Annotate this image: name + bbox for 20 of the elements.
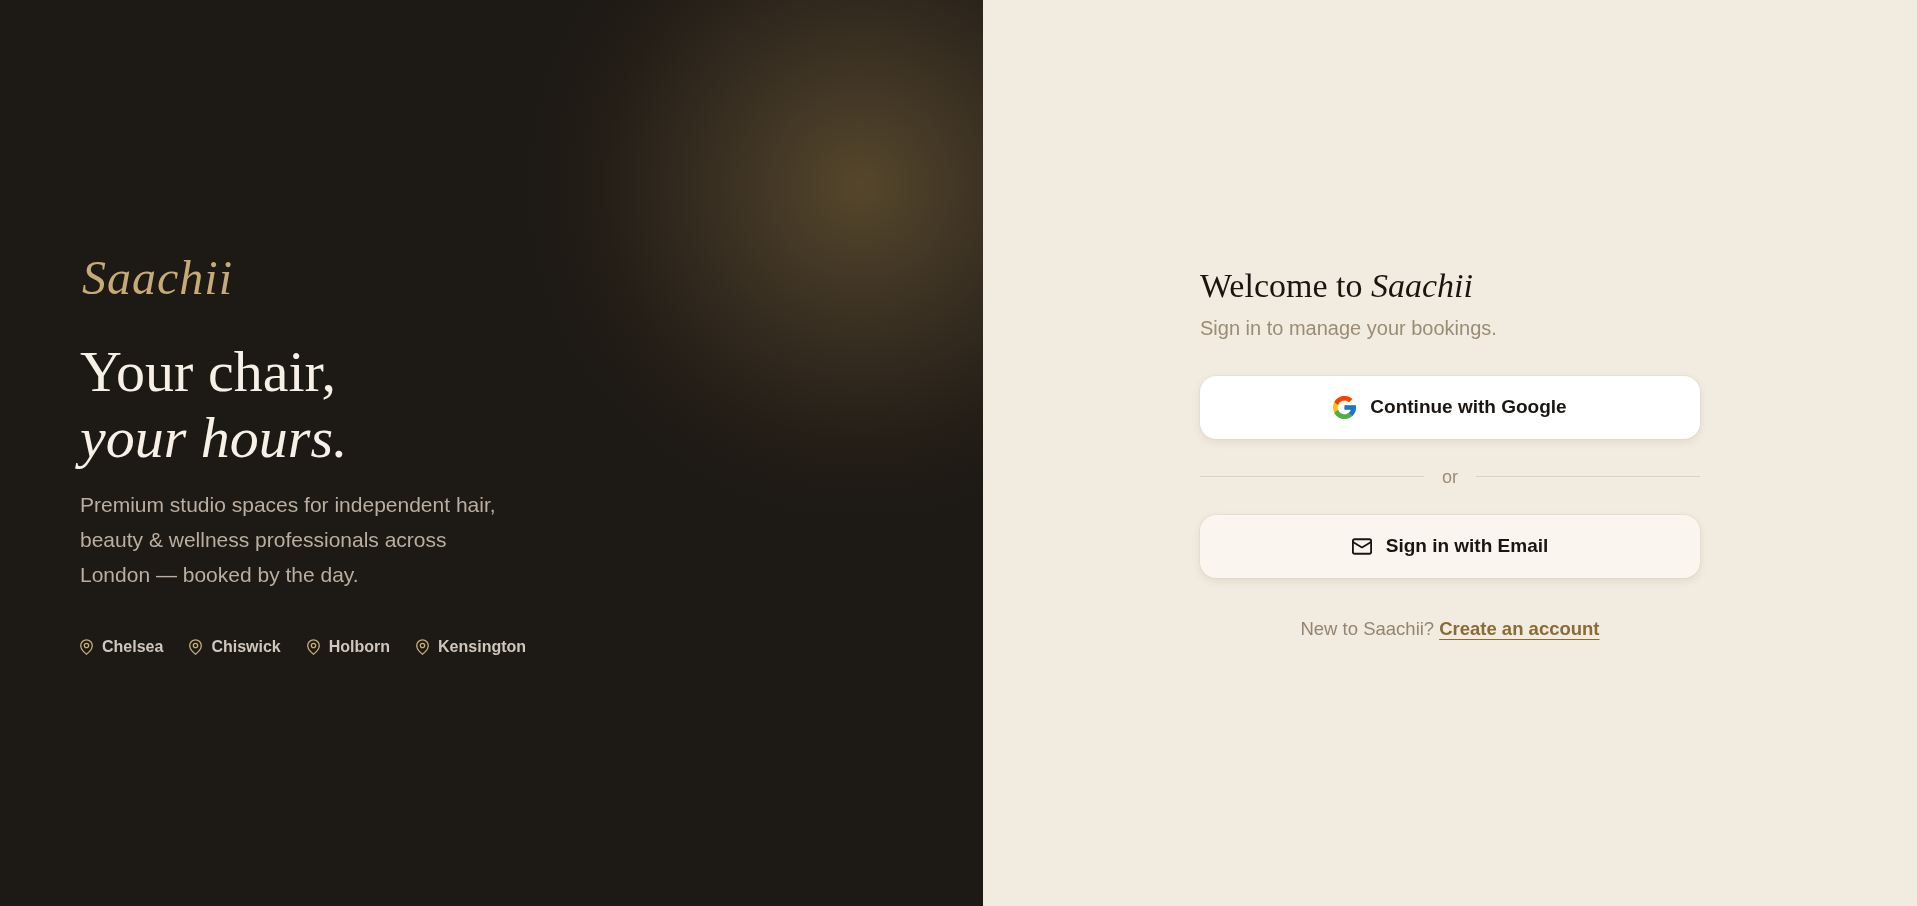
location-label: Holborn xyxy=(328,638,391,657)
g-logo-icon xyxy=(1333,395,1357,419)
envelope-icon xyxy=(1351,537,1372,555)
location-pin-icon xyxy=(416,639,430,656)
brand-logo: Saachii xyxy=(82,249,233,306)
location-label: Chiswick xyxy=(211,638,281,657)
email-sign-in-button[interactable]: Sign in with Email xyxy=(1200,514,1700,578)
welcome-title: Welcome to Saachii xyxy=(1200,266,1473,307)
google-sign-in-button[interactable]: Continue with Google xyxy=(1200,375,1700,439)
headline: Your chair, your hours. xyxy=(70,339,358,480)
sign-in-subtitle: Sign in to manage your bookings. xyxy=(1200,316,1497,340)
hero-description: Premium studio spaces for independent hair, beauty & wellness professionals across London — booked by the day. xyxy=(80,492,497,589)
location-pin-icon xyxy=(189,639,203,656)
create-account-link[interactable]: Create an account xyxy=(1439,617,1600,640)
divider-label: or xyxy=(1442,466,1458,487)
location-label: Kensington xyxy=(438,638,527,657)
location-pin-icon xyxy=(306,639,320,656)
location-label: Chelsea xyxy=(102,638,164,657)
location-pin-icon xyxy=(80,639,93,656)
footer-text: New to Saachii? xyxy=(1300,617,1435,640)
